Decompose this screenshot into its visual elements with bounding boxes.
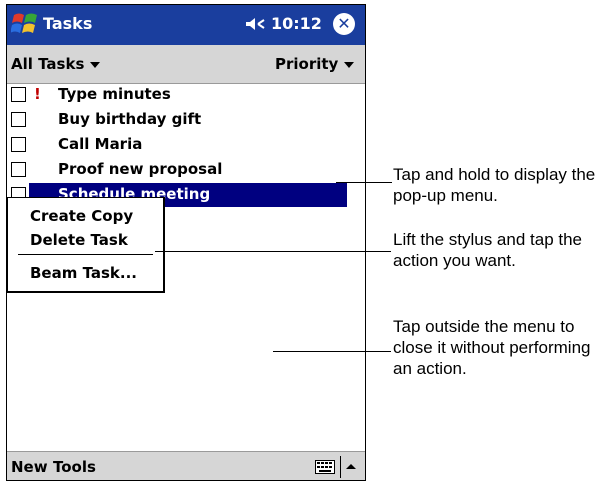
- task-row[interactable]: Proof new proposal: [7, 158, 347, 182]
- app-title: Tasks: [43, 14, 93, 33]
- task-checkbox[interactable]: [11, 87, 26, 102]
- new-button[interactable]: New: [11, 458, 48, 476]
- filter-bar: All Tasks Priority: [7, 45, 365, 84]
- caret-down-icon: [90, 61, 101, 68]
- menu-item-beam-task[interactable]: Beam Task...: [30, 264, 137, 282]
- menu-item-create-copy[interactable]: Create Copy: [30, 207, 133, 225]
- task-checkbox[interactable]: [11, 137, 26, 152]
- task-checkbox[interactable]: [11, 112, 26, 127]
- task-label: Call Maria: [58, 135, 143, 153]
- task-row[interactable]: Call Maria: [7, 133, 347, 157]
- task-row[interactable]: ! Type minutes: [7, 83, 347, 107]
- task-checkbox[interactable]: [11, 162, 26, 177]
- callout-tap-hold: Tap and hold to display the pop-up menu.: [393, 165, 596, 205]
- sort-label: Priority: [275, 55, 339, 73]
- filter-label: All Tasks: [11, 55, 85, 73]
- task-row[interactable]: Buy birthday gift: [7, 108, 347, 132]
- command-bar: New Tools: [7, 451, 365, 480]
- task-label: Proof new proposal: [58, 160, 223, 178]
- close-button[interactable]: ✕: [333, 13, 355, 35]
- filter-dropdown[interactable]: All Tasks: [11, 55, 101, 73]
- sort-dropdown[interactable]: Priority: [275, 55, 355, 73]
- menu-separator: [18, 254, 153, 255]
- keyboard-icon[interactable]: [315, 460, 335, 474]
- windows-start-icon[interactable]: [11, 11, 39, 38]
- volume-icon[interactable]: [244, 16, 266, 32]
- clock[interactable]: 10:12: [271, 14, 322, 33]
- callout-leader: [273, 351, 391, 352]
- caret-down-icon: [344, 61, 355, 68]
- title-bar: Tasks 10:12 ✕: [7, 5, 365, 45]
- callout-leader: [155, 251, 391, 252]
- priority-indicator: !: [34, 85, 41, 103]
- task-label: Type minutes: [58, 85, 171, 103]
- close-icon: ✕: [337, 14, 351, 33]
- pocketpc-screen: Tasks 10:12 ✕ All Tasks Priority ! Type …: [6, 4, 366, 481]
- callout-tap-outside: Tap outside the menu to close it without…: [393, 317, 591, 378]
- tools-menu[interactable]: Tools: [53, 458, 96, 476]
- menu-item-delete-task[interactable]: Delete Task: [30, 231, 128, 249]
- callout-leader: [336, 182, 392, 183]
- context-menu: Create Copy Delete Task Beam Task...: [7, 197, 165, 293]
- callout-lift-stylus: Lift the stylus and tap the action you w…: [393, 230, 583, 270]
- task-label: Buy birthday gift: [58, 110, 202, 128]
- sip-arrow-up-icon[interactable]: [340, 456, 361, 478]
